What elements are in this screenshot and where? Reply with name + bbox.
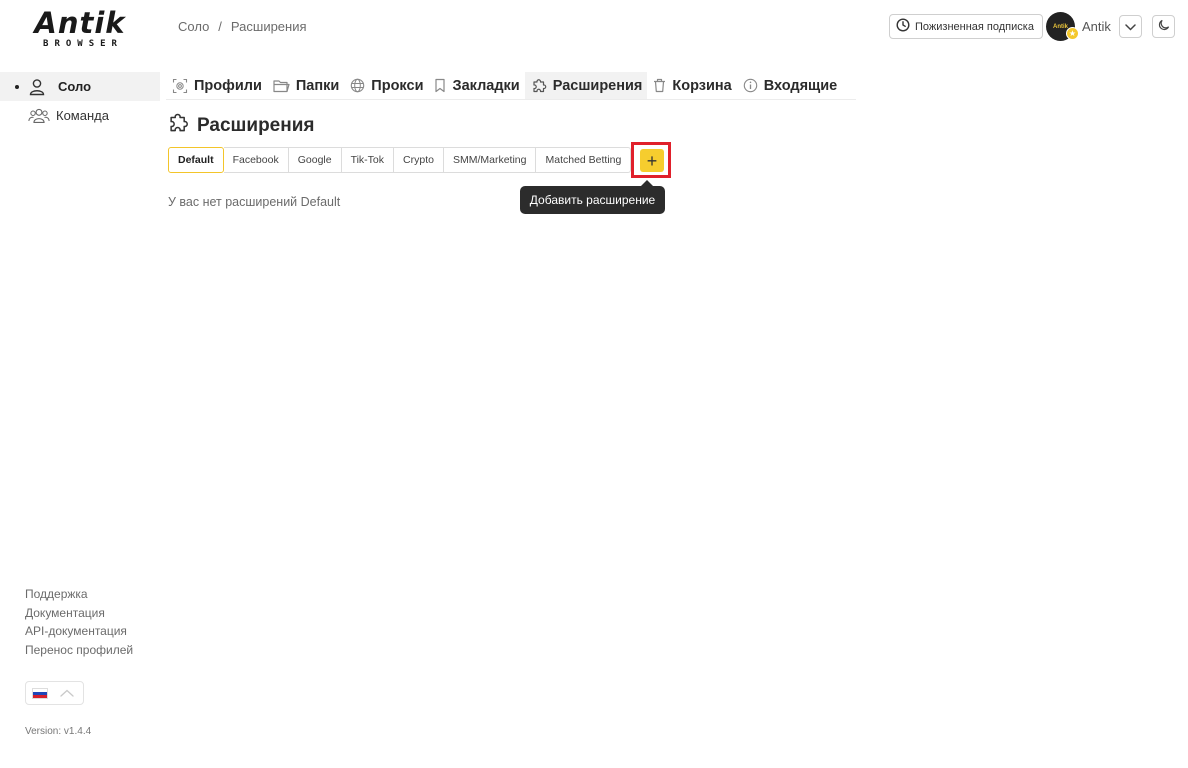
tab-profiles[interactable]: Профили xyxy=(166,72,267,99)
category-tab-crypto[interactable]: Crypto xyxy=(394,147,444,173)
tab-folders[interactable]: Папки xyxy=(267,72,344,99)
chevron-up-icon xyxy=(60,684,74,702)
users-icon xyxy=(28,107,50,125)
russian-flag-icon xyxy=(32,687,48,699)
info-icon xyxy=(743,78,758,93)
antik-browser-logo[interactable]: Antik BROWSER xyxy=(30,8,130,50)
documentation-link[interactable]: Документация xyxy=(25,606,133,622)
breadcrumb-current: Расширения xyxy=(230,19,307,34)
subscription-button[interactable]: Пожизненная подписка xyxy=(889,14,1043,39)
tab-label: Расширения xyxy=(552,77,643,94)
empty-state-message: У вас нет расширений Default xyxy=(168,195,341,209)
category-tab-facebook[interactable]: Facebook xyxy=(223,147,289,173)
clock-icon xyxy=(896,18,910,35)
logo-main-text: Antik xyxy=(34,6,126,40)
category-tab-default[interactable]: Default xyxy=(168,147,224,173)
folder-icon xyxy=(273,79,290,93)
tab-label: Входящие xyxy=(763,77,838,94)
tab-inbox[interactable]: Входящие xyxy=(737,72,843,99)
tab-trash[interactable]: Корзина xyxy=(647,72,736,99)
username[interactable]: Antik xyxy=(1082,19,1111,34)
puzzle-icon xyxy=(167,112,189,140)
tab-proxies[interactable]: Прокси xyxy=(344,72,428,99)
tab-label: Профили xyxy=(194,77,262,94)
sidebar-item-label: Соло xyxy=(58,79,92,94)
language-select[interactable] xyxy=(25,681,84,705)
breadcrumb: Соло / Расширения xyxy=(178,19,307,34)
page-title: Расширения xyxy=(167,112,315,140)
add-extension-button[interactable]: + xyxy=(640,149,664,172)
star-badge-icon: ★ xyxy=(1066,27,1079,40)
add-extension-tooltip: Добавить расширение xyxy=(520,186,665,214)
user-icon xyxy=(28,78,50,96)
globe-icon xyxy=(350,78,365,93)
tab-bookmarks[interactable]: Закладки xyxy=(428,72,524,99)
extension-category-tabs: Default Facebook Google Tik-Tok Crypto S… xyxy=(168,147,632,173)
category-tab-smm-marketing[interactable]: SMM/Marketing xyxy=(443,147,537,173)
theme-toggle-button[interactable] xyxy=(1152,15,1175,38)
breadcrumb-solo[interactable]: Соло xyxy=(178,19,209,34)
subscription-label: Пожизненная подписка xyxy=(915,20,1034,33)
user-menu-dropdown[interactable] xyxy=(1119,15,1142,38)
moon-icon xyxy=(1158,18,1170,36)
sidebar-item-team[interactable]: Команда xyxy=(0,101,160,130)
category-tab-matched-betting[interactable]: Matched Betting xyxy=(536,147,632,173)
sidebar-footer-links: Поддержка Документация API-документация … xyxy=(25,587,133,658)
bookmark-icon xyxy=(434,78,446,93)
breadcrumb-separator: / xyxy=(218,19,222,34)
profile-transfer-link[interactable]: Перенос профилей xyxy=(25,643,133,659)
tab-label: Папки xyxy=(295,77,340,94)
version-label: Version: v1.4.4 xyxy=(25,726,92,737)
fingerprint-icon xyxy=(172,78,188,94)
sidebar-item-label: Команда xyxy=(56,108,109,123)
tab-label: Прокси xyxy=(371,77,424,94)
puzzle-icon xyxy=(531,78,547,94)
chevron-down-icon xyxy=(1125,18,1136,36)
tab-label: Корзина xyxy=(672,77,732,94)
main-nav: Профили Папки Прокси Закладки Расширения… xyxy=(166,72,856,100)
page-title-text: Расширения xyxy=(197,115,315,136)
logo-sub-text: BROWSER xyxy=(43,39,123,49)
api-documentation-link[interactable]: API-документация xyxy=(25,624,133,640)
trash-icon xyxy=(653,78,666,93)
tab-label: Закладки xyxy=(452,77,520,94)
category-tab-google[interactable]: Google xyxy=(288,147,342,173)
active-dot xyxy=(15,84,19,89)
tab-extensions[interactable]: Расширения xyxy=(524,72,648,99)
category-tab-tiktok[interactable]: Tik-Tok xyxy=(341,147,395,173)
sidebar-item-solo[interactable]: Соло xyxy=(0,72,160,101)
support-link[interactable]: Поддержка xyxy=(25,587,133,603)
